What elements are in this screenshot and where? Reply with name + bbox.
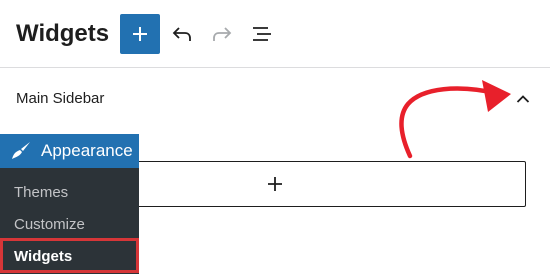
add-block-button[interactable] <box>120 14 160 54</box>
submenu-widgets-label: Widgets <box>14 248 73 265</box>
page-title: Widgets <box>16 20 110 47</box>
list-view-button[interactable] <box>244 14 280 54</box>
undo-button[interactable] <box>164 14 200 54</box>
undo-icon <box>172 27 191 41</box>
red-arrow-icon <box>399 80 511 159</box>
submenu-themes[interactable]: Themes <box>0 179 139 207</box>
submenu-customize-label: Customize <box>14 216 85 233</box>
menu-appearance-label: Appearance <box>41 141 133 160</box>
redo-button[interactable] <box>204 14 240 54</box>
plus-icon <box>133 27 147 41</box>
admin-appearance-menu: Appearance Themes Customize Widgets <box>0 134 139 274</box>
list-view-icon <box>253 27 271 41</box>
widget-area-title: Main Sidebar <box>16 90 105 107</box>
paintbrush-icon <box>12 142 30 159</box>
redo-icon <box>213 27 232 41</box>
submenu-customize[interactable]: Customize <box>0 211 139 239</box>
submenu-widgets[interactable]: Widgets <box>0 238 139 273</box>
menu-appearance[interactable]: Appearance <box>0 134 139 168</box>
submenu-themes-label: Themes <box>14 184 69 201</box>
editor-header: Widgets <box>0 0 550 68</box>
plus-icon <box>268 177 282 191</box>
chevron-up-icon <box>516 95 530 103</box>
